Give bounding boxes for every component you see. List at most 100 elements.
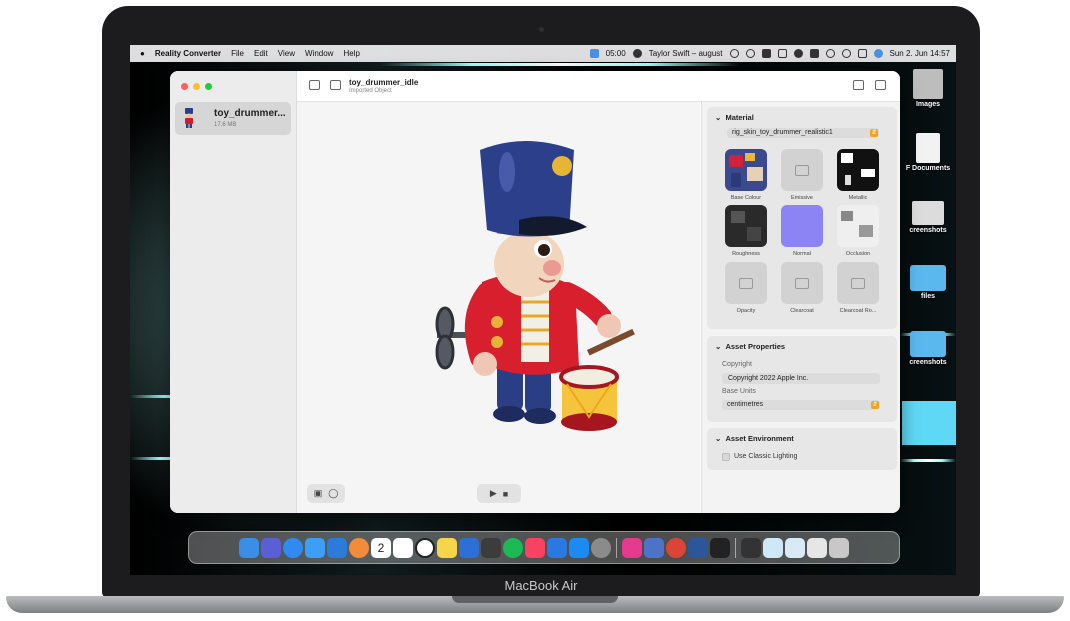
iphone-mirroring-icon[interactable]: [710, 537, 730, 558]
reality-converter-window: toy_drummer... 17,6 MB toy_drummer_idle …: [170, 71, 900, 513]
messages-icon[interactable]: [327, 537, 347, 558]
play-circle-icon[interactable]: [745, 49, 755, 58]
desktop-item-files[interactable]: files: [900, 265, 956, 300]
menu-file[interactable]: File: [231, 49, 244, 58]
copyright-label: Copyright: [722, 361, 752, 368]
texture-emissive[interactable]: [781, 149, 823, 191]
spotify-icon[interactable]: [632, 49, 642, 58]
3d-viewport[interactable]: ▣ ◯ ▶ ■: [297, 102, 700, 513]
play-icon[interactable]: ▶: [490, 488, 497, 499]
desktop-item-documents[interactable]: F Documents: [900, 133, 956, 172]
calendar-icon[interactable]: 2: [371, 537, 391, 558]
layers-icon[interactable]: [729, 49, 739, 58]
desktop-item-screenshots[interactable]: creenshots: [900, 201, 956, 234]
image-placeholder-icon: [739, 277, 753, 289]
recent-screenshot-icon[interactable]: [741, 537, 761, 558]
menu-edit[interactable]: Edit: [254, 49, 268, 58]
share-icon[interactable]: [853, 80, 864, 90]
playback-controls[interactable]: ▶ ■: [477, 484, 521, 503]
screenshot-icon: [912, 201, 944, 225]
file-list-item[interactable]: toy_drummer... 17,6 MB: [175, 102, 291, 135]
viewport-tools[interactable]: ▣ ◯: [307, 484, 345, 503]
music-icon[interactable]: [525, 537, 545, 558]
system-settings-icon[interactable]: [591, 537, 611, 558]
mail-icon[interactable]: [305, 537, 325, 558]
moon-icon[interactable]: [793, 49, 803, 58]
folder-stack-icon[interactable]: [785, 537, 805, 558]
texture-normal[interactable]: [781, 205, 823, 247]
material-header[interactable]: ⌄ Material: [715, 113, 754, 122]
copyright-field[interactable]: Copyright 2022 Apple Inc.: [722, 373, 880, 384]
chrome-icon[interactable]: [666, 537, 686, 558]
texture-metallic[interactable]: [837, 149, 879, 191]
texture-label: Base Colour: [730, 195, 762, 201]
siri-icon[interactable]: [873, 49, 883, 58]
spaceship-icon[interactable]: [481, 537, 501, 558]
app-store-icon[interactable]: [569, 537, 589, 558]
timer-text[interactable]: 05:00: [606, 49, 626, 58]
menu-view[interactable]: View: [278, 49, 295, 58]
asset-environment-header[interactable]: ⌄ Asset Environment: [715, 434, 794, 443]
slack-icon[interactable]: [622, 537, 642, 558]
timer-icon[interactable]: [589, 49, 599, 58]
spotify-icon[interactable]: [503, 537, 523, 558]
safari-icon[interactable]: [283, 537, 303, 558]
maps-icon[interactable]: [547, 537, 567, 558]
texture-opacity[interactable]: [725, 262, 767, 304]
texture-clearcoat-roughness[interactable]: [837, 262, 879, 304]
ar-mode-icon[interactable]: ▣: [314, 488, 323, 499]
documents-stack-icon[interactable]: [807, 537, 827, 558]
stop-icon[interactable]: ■: [503, 489, 508, 499]
trash-icon[interactable]: [829, 537, 849, 558]
downloads-stack-icon[interactable]: [763, 537, 783, 558]
menu-window[interactable]: Window: [305, 49, 333, 58]
sidebar-toggle-icon[interactable]: [309, 80, 320, 90]
apple-menu-icon[interactable]: ●: [140, 49, 145, 58]
minimize-button[interactable]: [193, 83, 200, 90]
texture-label: Clearcoat Ro...: [839, 308, 877, 314]
launchpad-icon[interactable]: [261, 537, 281, 558]
menu-help[interactable]: Help: [343, 49, 359, 58]
texture-occlusion[interactable]: [837, 205, 879, 247]
clock-icon[interactable]: [415, 537, 435, 558]
wifi-icon[interactable]: [825, 49, 835, 58]
now-playing[interactable]: Taylor Swift – august: [649, 49, 723, 58]
document-subtitle: Imported Object: [349, 88, 392, 94]
app-menu[interactable]: Reality Converter: [155, 49, 221, 58]
classic-lighting-checkbox[interactable]: [722, 453, 730, 461]
laptop-notch: [452, 596, 618, 603]
texture-label: Opacity: [736, 308, 756, 314]
control-center-icon[interactable]: [857, 49, 867, 58]
preview-icon[interactable]: [644, 537, 664, 558]
clock[interactable]: Sun 2. Jun 14:57: [890, 49, 951, 58]
zoom-button[interactable]: [205, 83, 212, 90]
antenna-icon[interactable]: [777, 49, 787, 58]
notes-icon[interactable]: [437, 537, 457, 558]
battery-icon[interactable]: [809, 49, 819, 58]
finder-icon[interactable]: [239, 537, 259, 558]
document-title: toy_drummer_idle: [349, 78, 419, 87]
hd-icon[interactable]: [761, 49, 771, 58]
texture-base-colour[interactable]: [725, 149, 767, 191]
photos-icon[interactable]: [349, 537, 369, 558]
texture-clearcoat[interactable]: [781, 262, 823, 304]
reminders-icon[interactable]: [393, 537, 413, 558]
camera: [539, 27, 544, 32]
desktop-item-screenshots-2[interactable]: creenshots: [900, 331, 956, 366]
material-select[interactable]: rig_skin_toy_drummer_realistic1 ⇵: [727, 128, 879, 138]
inspector-toggle-icon[interactable]: [875, 80, 886, 90]
file-name: toy_drummer...: [214, 108, 286, 119]
texture-roughness[interactable]: [725, 205, 767, 247]
device-label: MacBook Air: [504, 578, 578, 593]
word-icon[interactable]: [688, 537, 708, 558]
export-icon[interactable]: [330, 80, 341, 90]
desktop-item-images[interactable]: Images: [900, 69, 956, 108]
close-button[interactable]: [181, 83, 188, 90]
search-icon[interactable]: [841, 49, 851, 58]
asset-properties-header[interactable]: ⌄ Asset Properties: [715, 342, 785, 351]
occlusion-thumb: [837, 205, 879, 247]
menu-bar: ● Reality Converter File Edit View Windo…: [130, 45, 956, 62]
environment-icon[interactable]: ◯: [328, 488, 338, 499]
reality-converter-icon[interactable]: [459, 537, 479, 558]
base-units-select[interactable]: centimetres ⇵: [722, 400, 880, 410]
